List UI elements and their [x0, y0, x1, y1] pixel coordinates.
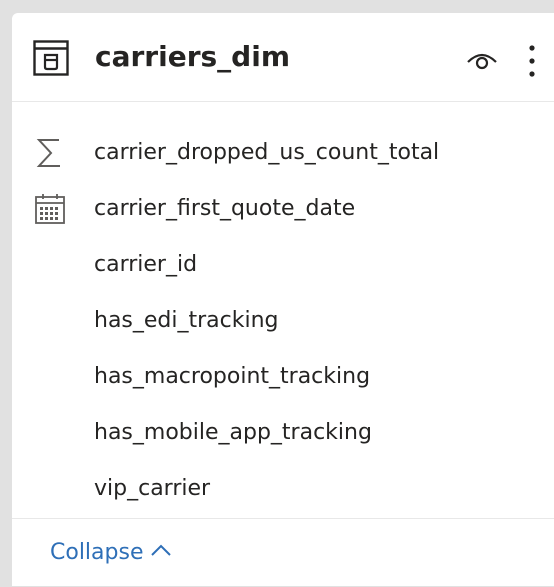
field-label: has_mobile_app_tracking — [94, 420, 372, 445]
sigma-icon — [36, 139, 60, 167]
eye-icon[interactable] — [466, 47, 498, 73]
card-footer: Collapse — [12, 518, 554, 587]
field-label: carrier_first_quote_date — [94, 196, 356, 221]
table-card: carriers_dim carrier_dropped_us_count_to… — [12, 13, 554, 586]
field-label: has_macropoint_tracking — [94, 364, 371, 389]
table-title: carriers_dim — [95, 40, 290, 73]
field-label: carrier_dropped_us_count_total — [94, 140, 440, 165]
field-row[interactable]: has_edi_tracking — [12, 293, 554, 349]
table-icon — [33, 40, 69, 76]
more-vertical-icon[interactable] — [524, 43, 540, 79]
collapse-button[interactable]: Collapse — [50, 539, 172, 567]
field-label: carrier_id — [94, 252, 198, 277]
collapse-label: Collapse — [50, 540, 144, 565]
field-row[interactable]: has_macropoint_tracking — [12, 349, 554, 405]
field-label: vip_carrier — [94, 476, 211, 501]
chevron-up-icon — [150, 544, 171, 556]
field-row[interactable]: carrier_id — [12, 237, 554, 293]
field-row[interactable]: vip_carrier — [12, 461, 554, 517]
field-label: has_edi_tracking — [94, 308, 279, 333]
calendar-icon — [35, 194, 65, 224]
card-header: carriers_dim — [12, 13, 554, 102]
field-row[interactable]: carrier_dropped_us_count_total — [12, 125, 554, 181]
field-row[interactable]: has_mobile_app_tracking — [12, 405, 554, 461]
field-row[interactable]: carrier_first_quote_date — [12, 181, 554, 237]
